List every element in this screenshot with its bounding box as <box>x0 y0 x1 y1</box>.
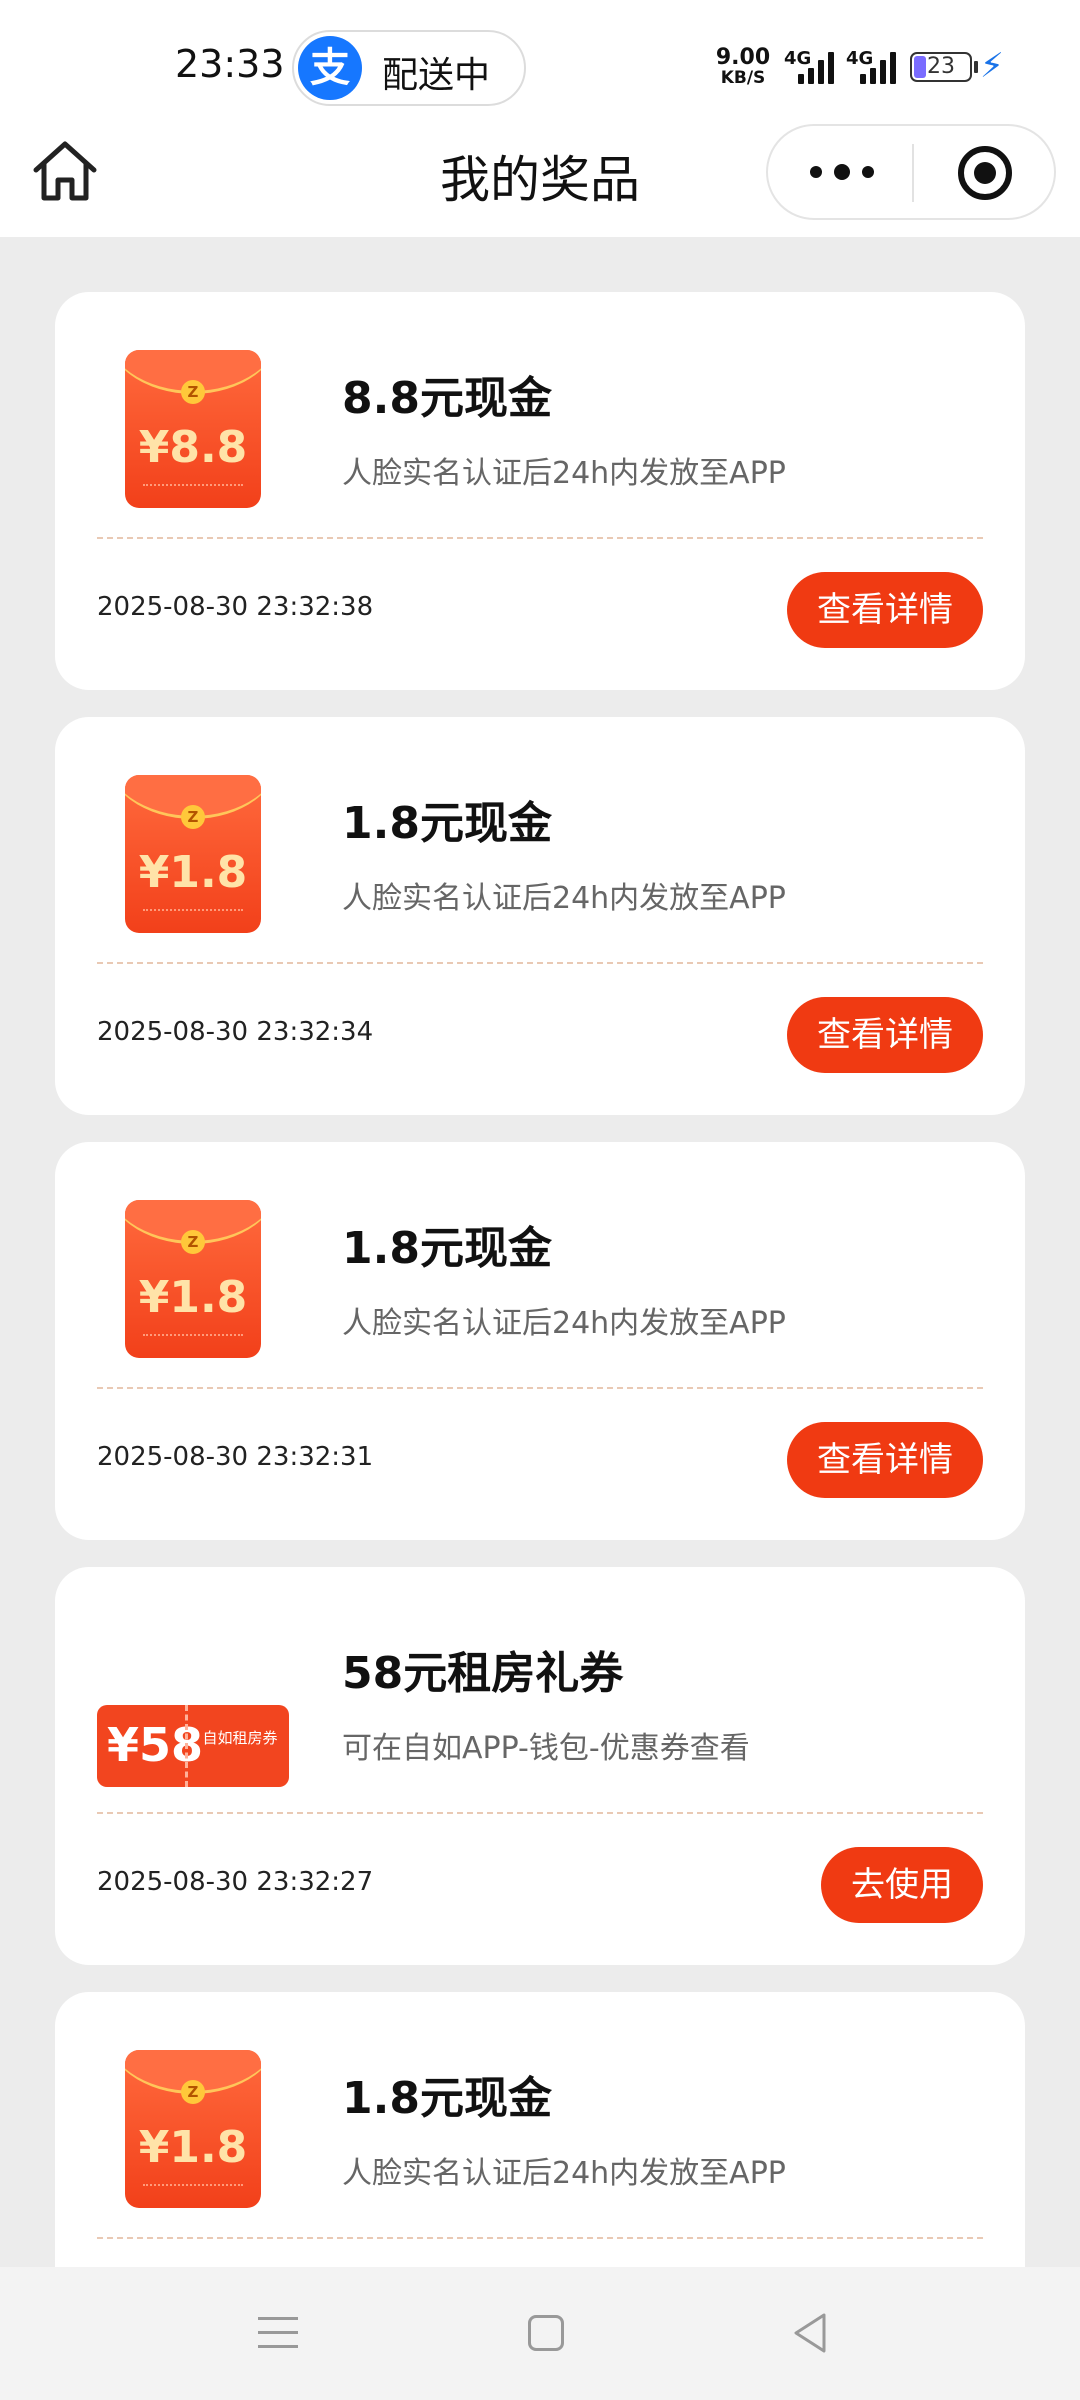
delivery-capsule[interactable]: 支 配送中 <box>292 30 526 106</box>
red-packet-amount: ¥1.8 <box>138 847 248 898</box>
prize-title: 1.8元现金 <box>342 2073 552 2124</box>
red-packet-thumbnail: Z ¥1.8 <box>125 1200 261 1358</box>
prize-timestamp: 2025-08-30 23:32:31 <box>97 1442 374 1472</box>
sim2-label: 4G <box>846 48 874 69</box>
red-packet-thumbnail: Z ¥8.8 <box>125 350 261 508</box>
view-details-button[interactable]: 查看详情 <box>787 1422 983 1498</box>
rent-voucher-icon: ¥58 自如租房券 <box>97 1705 289 1787</box>
capsule-divider <box>912 144 914 202</box>
prize-card: Z ¥1.8 1.8元现金 人脸实名认证后24h内发放至APP 2025-08-… <box>55 1142 1025 1540</box>
red-packet-icon: Z ¥1.8 <box>125 2050 261 2208</box>
prize-title: 1.8元现金 <box>342 798 552 849</box>
card-divider <box>97 2237 983 2239</box>
battery-level: 23 <box>927 54 955 79</box>
prize-timestamp: 2025-08-30 23:32:34 <box>97 1017 374 1047</box>
miniprogram-capsule <box>766 124 1056 220</box>
recent-apps-icon[interactable] <box>258 2313 298 2353</box>
home-square-icon[interactable] <box>528 2315 564 2351</box>
use-now-button[interactable]: 去使用 <box>821 1847 983 1923</box>
view-details-button[interactable]: 查看详情 <box>787 572 983 648</box>
status-time: 23:33 <box>175 42 285 86</box>
card-divider <box>97 962 983 964</box>
prize-description: 人脸实名认证后24h内发放至APP <box>342 456 786 491</box>
red-packet-icon: Z ¥8.8 <box>125 350 261 508</box>
prize-description: 人脸实名认证后24h内发放至APP <box>342 1306 786 1341</box>
prize-timestamp: 2025-08-30 23:32:38 <box>97 592 374 622</box>
prize-card: Z ¥1.8 1.8元现金 人脸实名认证后24h内发放至APP <box>55 1992 1025 2267</box>
more-icon[interactable] <box>806 150 886 194</box>
prize-card: Z ¥8.8 8.8元现金 人脸实名认证后24h内发放至APP 2025-08-… <box>55 292 1025 690</box>
prize-timestamp: 2025-08-30 23:32:27 <box>97 1867 374 1897</box>
voucher-thumbnail: ¥58 自如租房券 <box>97 1625 289 1787</box>
red-packet-icon: Z ¥1.8 <box>125 775 261 933</box>
red-packet-thumbnail: Z ¥1.8 <box>125 775 261 933</box>
back-icon[interactable] <box>790 2311 830 2355</box>
delivery-status-text: 配送中 <box>382 55 491 96</box>
sim1-label: 4G <box>784 48 812 69</box>
prize-description: 人脸实名认证后24h内发放至APP <box>342 881 786 916</box>
red-packet-amount: ¥8.8 <box>138 422 248 473</box>
prize-card: ¥58 自如租房券 58元租房礼券 可在自如APP-钱包-优惠券查看 2025-… <box>55 1567 1025 1965</box>
network-speed-value: 9.00 <box>715 45 771 70</box>
view-details-button[interactable]: 查看详情 <box>787 997 983 1073</box>
network-speed-unit: KB/S <box>720 68 766 88</box>
voucher-label: 自如租房券 <box>202 1729 278 1747</box>
network-speed: 9.00 KB/S <box>712 45 774 89</box>
prize-title: 1.8元现金 <box>342 1223 552 1274</box>
signal-sim2-icon: 4G <box>846 48 906 84</box>
charging-icon: ⚡ <box>980 46 1004 86</box>
red-packet-amount: ¥1.8 <box>138 2122 248 2173</box>
card-divider <box>97 1812 983 1814</box>
red-packet-thumbnail: Z ¥1.8 <box>125 2050 261 2208</box>
signal-sim1-icon: 4G <box>784 48 844 84</box>
prize-title: 58元租房礼券 <box>342 1648 624 1699</box>
prize-list: Z ¥8.8 8.8元现金 人脸实名认证后24h内发放至APP 2025-08-… <box>0 237 1080 2267</box>
card-divider <box>97 537 983 539</box>
red-packet-icon: Z ¥1.8 <box>125 1200 261 1358</box>
alipay-logo-icon: 支 <box>298 36 362 100</box>
prize-card: Z ¥1.8 1.8元现金 人脸实名认证后24h内发放至APP 2025-08-… <box>55 717 1025 1115</box>
battery-icon: 23 <box>910 52 972 82</box>
voucher-amount: ¥58 <box>107 1718 204 1772</box>
system-navigation-bar <box>0 2267 1080 2400</box>
red-packet-amount: ¥1.8 <box>138 1272 248 1323</box>
prize-description: 可在自如APP-钱包-优惠券查看 <box>342 1731 750 1766</box>
prize-title: 8.8元现金 <box>342 373 552 424</box>
battery-tip <box>974 61 978 73</box>
prize-description: 人脸实名认证后24h内发放至APP <box>342 2156 786 2191</box>
card-divider <box>97 1387 983 1389</box>
close-miniprogram-icon[interactable] <box>958 146 1012 200</box>
top-bar: 23:33 支 配送中 9.00 KB/S 4G 4G 23 ⚡ 我的奖品 <box>0 0 1080 237</box>
